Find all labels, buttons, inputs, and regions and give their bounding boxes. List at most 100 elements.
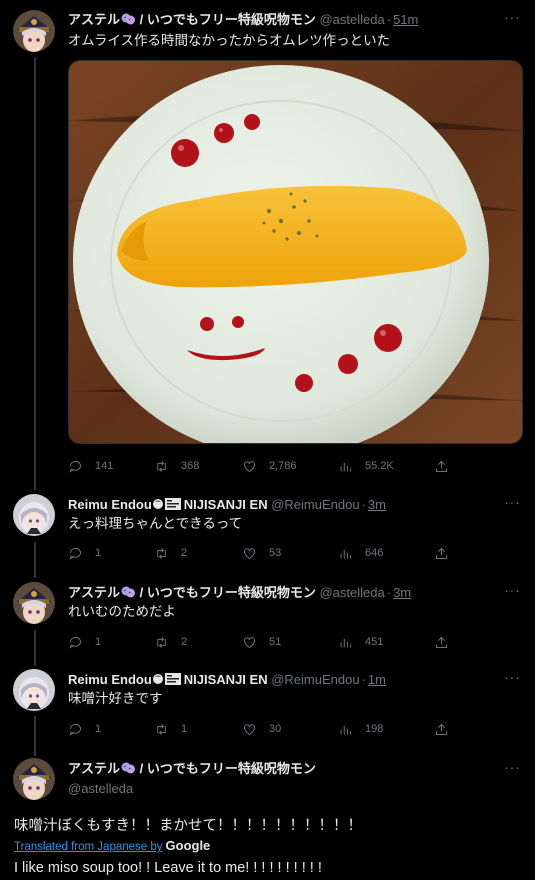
more-icon[interactable]: ··· [504,10,521,24]
display-name[interactable]: Reimu Endou [68,497,152,512]
tweet-header: Reimu Endou NIJISANJI EN @ReimuEndou · 3m [68,496,495,514]
views-button[interactable]: 55.2K [338,457,394,475]
tweet-text: えっ料理ちゃんとできるって [68,516,243,531]
reply-button[interactable]: 1 [68,544,101,562]
views-button[interactable]: 646 [338,544,383,562]
tweet-text: オムライス作る時間なかったからオムレツ作っといた [68,33,391,48]
share-button[interactable] [434,633,449,651]
more-icon[interactable]: ··· [504,495,521,509]
retweet-button[interactable]: 368 [154,457,199,475]
like-button[interactable]: 2,786 [242,457,297,475]
like-count: 53 [269,547,282,559]
display-name-suffix[interactable]: NIJISANJI EN [184,497,268,512]
tweet-header: アステル / いつでもフリー特級呪物モン [68,760,495,778]
like-button[interactable]: 30 [242,720,281,738]
heart-icon [242,722,257,737]
reply-button[interactable]: 141 [68,457,113,475]
more-icon[interactable]: ··· [504,583,521,597]
retweet-button[interactable]: 2 [154,633,187,651]
reply-count: 1 [95,547,102,559]
timestamp[interactable]: 3m [368,497,386,512]
tweet[interactable]: アステル / いつでもフリー特級呪物モン @astelleda · 51m ··· … [0,0,535,490]
heart-icon [242,459,257,474]
handle[interactable]: @astelleda [319,12,384,27]
retweet-button[interactable]: 2 [154,544,187,562]
translation-credit: Translated from Japanese by Google [14,838,210,853]
views-icon [338,635,353,650]
omelet-photo [69,61,522,443]
reply-button[interactable]: 1 [68,720,101,738]
handle[interactable]: @ReimuEndou [271,672,359,687]
display-name-suffix[interactable]: / いつでもフリー特級呪物モン [136,761,316,776]
views-count: 55.2K [365,460,394,472]
tweet-handle-row: @astelleda [68,780,495,798]
tweet[interactable]: Reimu Endou NIJISANJI EN @ReimuEndou · 3m ·… [0,490,535,578]
display-name[interactable]: アステル [68,12,120,27]
timestamp[interactable]: 3m [393,585,411,600]
like-button[interactable]: 51 [242,633,281,651]
heart-icon [242,546,257,561]
avatar[interactable] [13,669,55,711]
handle[interactable]: @ReimuEndou [271,497,359,512]
reply-button[interactable]: 1 [68,633,101,651]
tweet-text: れいむのためだよ [68,604,176,619]
views-button[interactable]: 451 [338,633,383,651]
reply-count: 1 [95,636,102,648]
share-button[interactable] [434,457,449,475]
avatar[interactable] [13,758,55,800]
share-icon [434,635,449,650]
retweet-count: 1 [181,723,188,735]
display-name[interactable]: Reimu Endou [68,672,152,687]
tweet-actions: 1 2 51 451 [68,633,458,651]
retweet-button[interactable]: 1 [154,720,187,738]
separator-dot: · [361,672,366,687]
focused-tweet[interactable]: アステル / いつでもフリー特級呪物モン @astelleda ··· 味噌汁ぼ… [0,756,535,880]
translated-from-link[interactable]: Translated from Japanese by [14,841,163,853]
retweet-icon [154,459,169,474]
tweet-header: Reimu Endou NIJISANJI EN @ReimuEndou · 1m [68,671,495,689]
separator-dot: · [386,585,392,600]
avatar[interactable] [13,494,55,536]
more-icon[interactable]: ··· [504,670,521,684]
views-icon [338,459,353,474]
reply-icon [68,459,83,474]
avatar[interactable] [13,10,55,52]
handle[interactable]: @astelleda [319,585,384,600]
retweet-count: 2 [181,636,188,648]
timestamp[interactable]: 51m [393,12,418,27]
display-name-suffix[interactable]: / いつでもフリー特級呪物モン [136,12,316,27]
more-icon[interactable]: ··· [504,760,521,774]
views-count: 451 [365,636,384,648]
display-name-suffix[interactable]: / いつでもフリー特級呪物モン [136,585,316,600]
tweet-actions: 1 1 30 198 [68,720,458,738]
display-name-suffix[interactable]: NIJISANJI EN [184,672,268,687]
share-button[interactable] [434,544,449,562]
share-icon [434,459,449,474]
reply-count: 141 [95,460,114,472]
avatar[interactable] [13,582,55,624]
tweet[interactable]: Reimu Endou NIJISANJI EN @ReimuEndou · 1m ·… [0,666,535,754]
retweet-icon [154,546,169,561]
tweet-actions: 141 368 2,786 55.2K [68,457,458,475]
retweet-count: 368 [181,460,200,472]
retweet-count: 2 [181,547,188,559]
timestamp[interactable]: 1m [368,672,386,687]
tweet-photo[interactable] [68,60,523,444]
tweet[interactable]: アステル / いつでもフリー特級呪物モン @astelleda · 3m ··· れ… [0,578,535,666]
views-button[interactable]: 198 [338,720,383,738]
display-name[interactable]: アステル [68,761,120,776]
heart-icon [242,635,257,650]
views-count: 198 [365,723,384,735]
tweet-actions: 1 2 53 646 [68,544,458,562]
tweet-text: 味噌汁好きです [68,691,163,706]
tweet-header: アステル / いつでもフリー特級呪物モン @astelleda · 3m [68,584,495,602]
like-button[interactable]: 53 [242,544,281,562]
share-icon [434,546,449,561]
separator-dot: · [386,12,392,27]
share-icon [434,722,449,737]
handle[interactable]: @astelleda [68,781,133,796]
share-button[interactable] [434,720,449,738]
masks-emoji-icon [121,761,135,775]
display-name[interactable]: アステル [68,585,120,600]
reply-icon [68,722,83,737]
